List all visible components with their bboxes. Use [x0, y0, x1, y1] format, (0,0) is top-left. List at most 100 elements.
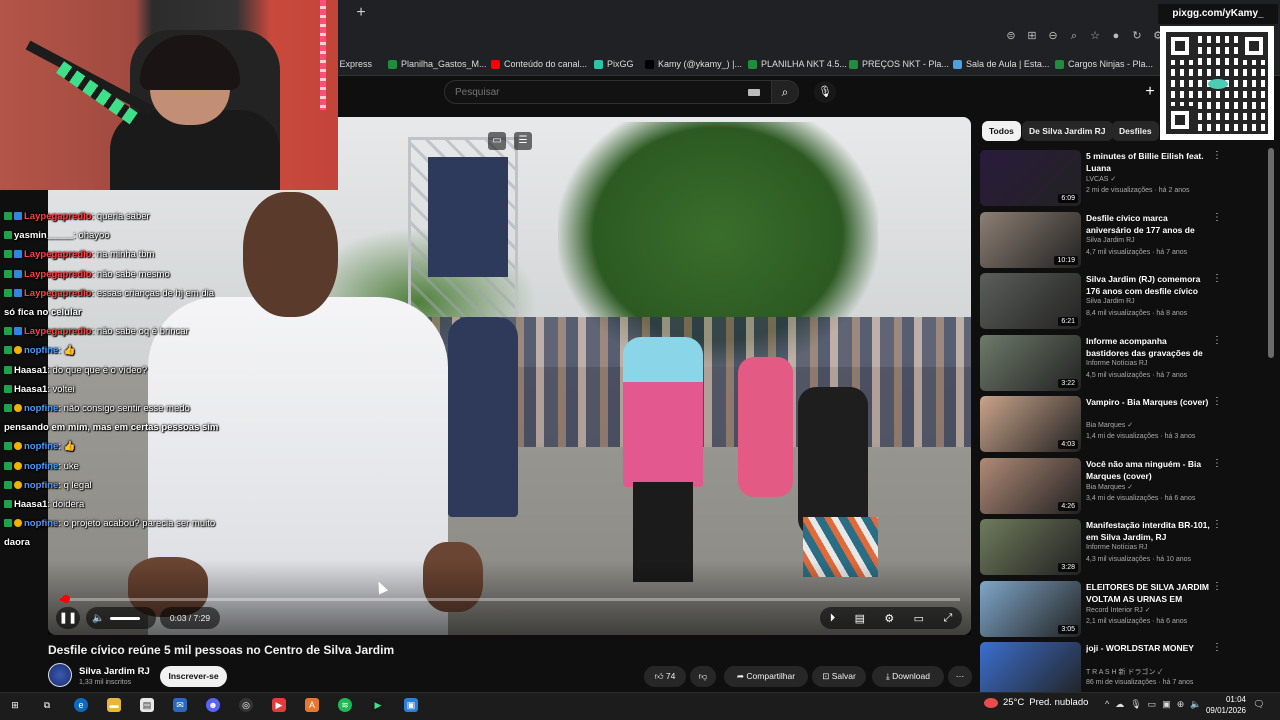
search-page-icon[interactable]: ⌕	[1068, 30, 1080, 42]
more-vertical-icon[interactable]: ⋮	[1212, 273, 1222, 284]
download-button[interactable]: ⤓ Download	[872, 666, 944, 687]
recommendation-thumbnail[interactable]: 3:28	[980, 519, 1081, 575]
more-actions-button[interactable]: ⋯	[948, 666, 972, 687]
tray-battery-icon[interactable]: ▭	[1148, 699, 1157, 710]
search-input[interactable]	[444, 80, 772, 104]
search-button[interactable]: ⌕	[771, 80, 799, 104]
volume-control[interactable]: 🔈	[86, 607, 156, 629]
edge-browser-icon[interactable]: e	[74, 698, 88, 712]
channel-avatar[interactable]	[48, 663, 72, 687]
translate-icon[interactable]: ⊜	[1005, 30, 1017, 42]
reading-mode-icon[interactable]: ⊞	[1026, 30, 1038, 42]
tray-mic-icon[interactable]: 🎙	[1130, 699, 1141, 710]
recommendation-item[interactable]: 6:09 5 minutes of Billie Eilish feat. Lua…	[980, 150, 1270, 206]
more-vertical-icon[interactable]: ⋮	[1212, 396, 1222, 407]
recommendation-channel[interactable]: Silva Jardim RJ	[1086, 237, 1135, 244]
like-button[interactable]: 👍︎ 74	[644, 666, 686, 687]
video-player[interactable]	[48, 117, 971, 635]
recommendation-title[interactable]: Silva Jardim (RJ) comemora 176 anos com …	[1086, 273, 1210, 297]
recommendation-title[interactable]: 5 minutes of Billie Eilish feat. Luana	[1086, 150, 1210, 174]
dislike-button[interactable]: 👎︎	[690, 666, 716, 687]
sidebar-scrollbar[interactable]	[1268, 148, 1274, 358]
bookmark-item[interactable]: Kamy (@ykamy_) |...	[645, 56, 742, 72]
recommendation-thumbnail[interactable]: 3:05	[980, 580, 1081, 637]
channel-name[interactable]: Silva Jardim RJ	[79, 666, 150, 677]
recommendation-thumbnail[interactable]: 3:22	[980, 334, 1081, 391]
recommendation-thumbnail[interactable]: 10:19	[980, 211, 1081, 268]
recommendation-title[interactable]: Vampiro - Bia Marques (cover)	[1086, 396, 1210, 408]
app-orange-icon[interactable]: A	[305, 698, 319, 712]
fullscreen-icon[interactable]: ⤢	[943, 612, 952, 625]
taskbar-clock[interactable]: 01:04 09/01/2026	[1196, 694, 1246, 716]
zoom-icon[interactable]: ⊖	[1047, 30, 1059, 42]
tray-display-icon[interactable]: ▣	[1162, 699, 1171, 710]
chip-all[interactable]: Todos	[982, 121, 1021, 141]
recommendation-channel[interactable]: Bia Marques ✓	[1086, 421, 1133, 429]
more-vertical-icon[interactable]: ⋮	[1212, 642, 1222, 653]
recommendation-item[interactable]: 3:05 ELEITORES DE SILVA JARDIM VOLTAM AS …	[980, 580, 1270, 637]
voice-search-button[interactable]: 🎙	[814, 81, 836, 103]
recommendation-title[interactable]: Você não ama ninguém - Bia Marques (cove…	[1086, 458, 1210, 482]
notepad-icon[interactable]: ▤	[140, 698, 154, 712]
theater-mode-icon[interactable]: ▭	[914, 612, 924, 625]
more-vertical-icon[interactable]: ⋮	[1212, 581, 1222, 592]
more-vertical-icon[interactable]: ⋮	[1212, 212, 1222, 223]
progress-bar[interactable]	[60, 598, 960, 601]
volume-icon[interactable]: 🔈	[92, 613, 104, 624]
recommendation-thumbnail[interactable]: 4:26	[980, 457, 1081, 514]
tray-chevron-icon[interactable]: ^	[1105, 699, 1109, 710]
bookmark-item[interactable]: Cargos Ninjas - Pla...	[1055, 56, 1153, 72]
bookmark-item[interactable]: PLANILHA NKT 4.5...	[748, 56, 847, 72]
app-green-icon[interactable]: ▶	[371, 698, 385, 712]
recommendation-item[interactable]: 4:03 Vampiro - Bia Marques (cover) Bia Mar…	[980, 396, 1270, 452]
more-vertical-icon[interactable]: ⋮	[1212, 150, 1222, 161]
volume-slider[interactable]	[110, 616, 141, 620]
tray-network-icon[interactable]: ⊕	[1177, 699, 1185, 710]
recommendation-title[interactable]: Manifestação interdita BR-101, em Silva …	[1086, 519, 1210, 543]
recommendation-channel[interactable]: Record Interior RJ ✓	[1086, 606, 1151, 614]
recommendation-title[interactable]: Desfile cívico marca aniversário de 177 …	[1086, 212, 1210, 236]
recommendation-item[interactable]: 6:21 Silva Jardim (RJ) comemora 176 anos …	[980, 273, 1270, 329]
recommendation-channel[interactable]: Informe Notícias RJ	[1086, 360, 1147, 367]
new-tab-button[interactable]: +	[352, 4, 370, 22]
share-button[interactable]: ➦ Compartilhar	[724, 666, 808, 687]
reload-icon[interactable]: ↻	[1131, 30, 1143, 42]
task-view-icon[interactable]: ⧉	[40, 698, 54, 712]
extension-icon[interactable]: ●	[1110, 30, 1122, 42]
subscribe-button[interactable]: Inscrever-se	[160, 666, 227, 687]
recommendation-channel[interactable]: T R A S H 新 ドラゴン ✓	[1086, 667, 1162, 677]
obs-icon[interactable]: ◎	[239, 698, 253, 712]
bookmark-item[interactable]: Conteúdo do canal...	[491, 56, 587, 72]
chip-channel[interactable]: De Silva Jardim RJ	[1022, 121, 1113, 141]
spotify-icon[interactable]: ≋	[338, 698, 352, 712]
recommendation-thumbnail[interactable]	[980, 642, 1081, 698]
create-button[interactable]: +	[1140, 82, 1160, 102]
discord-icon[interactable]: ☻	[206, 698, 220, 712]
subtitles-icon[interactable]: ▤	[855, 612, 865, 625]
chip-parades[interactable]: Desfiles	[1112, 121, 1159, 141]
streamlabs-icon[interactable]: ▶	[272, 698, 286, 712]
bookmark-item[interactable]: PREÇOS NKT - Pla...	[849, 56, 949, 72]
recommendation-channel[interactable]: LVCAS ✓	[1086, 175, 1116, 183]
recommendation-title[interactable]: Informe acompanha bastidores das gravaçõ…	[1086, 335, 1210, 359]
keyboard-icon[interactable]	[748, 89, 760, 96]
recommendation-item[interactable]: 3:28 Manifestação interdita BR-101, em Si…	[980, 519, 1270, 575]
bookmark-item[interactable]: Sala de Aula | Esta...	[953, 56, 1049, 72]
recommendation-item[interactable]: joji - WORLDSTAR MONEY T R A S H 新 ドラゴン ✓…	[980, 642, 1270, 698]
recommendation-item[interactable]: 10:19 Desfile cívico marca aniversário de…	[980, 211, 1270, 268]
more-vertical-icon[interactable]: ⋮	[1212, 519, 1222, 530]
file-explorer-icon[interactable]: ▬	[107, 698, 121, 712]
recommendation-title[interactable]: joji - WORLDSTAR MONEY	[1086, 642, 1210, 654]
more-vertical-icon[interactable]: ⋮	[1212, 458, 1222, 469]
tray-cloud-icon[interactable]: ☁	[1115, 699, 1124, 710]
notification-icon[interactable]: 🗨	[1252, 699, 1266, 711]
save-button[interactable]: ⊡ Salvar	[812, 666, 866, 687]
favorite-star-icon[interactable]: ☆	[1089, 30, 1101, 42]
recommendation-thumbnail[interactable]: 6:21	[980, 273, 1081, 329]
recommendation-thumbnail[interactable]: 4:03	[980, 396, 1081, 452]
app-blue-window-icon[interactable]: ▣	[404, 698, 418, 712]
recommendation-item[interactable]: 4:26 Você não ama ninguém - Bia Marques (…	[980, 457, 1270, 514]
recommendation-thumbnail[interactable]: 6:09	[980, 150, 1081, 206]
bookmark-item[interactable]: PixGG	[594, 56, 634, 72]
miniplayer-icon[interactable]: ▭	[488, 132, 506, 150]
